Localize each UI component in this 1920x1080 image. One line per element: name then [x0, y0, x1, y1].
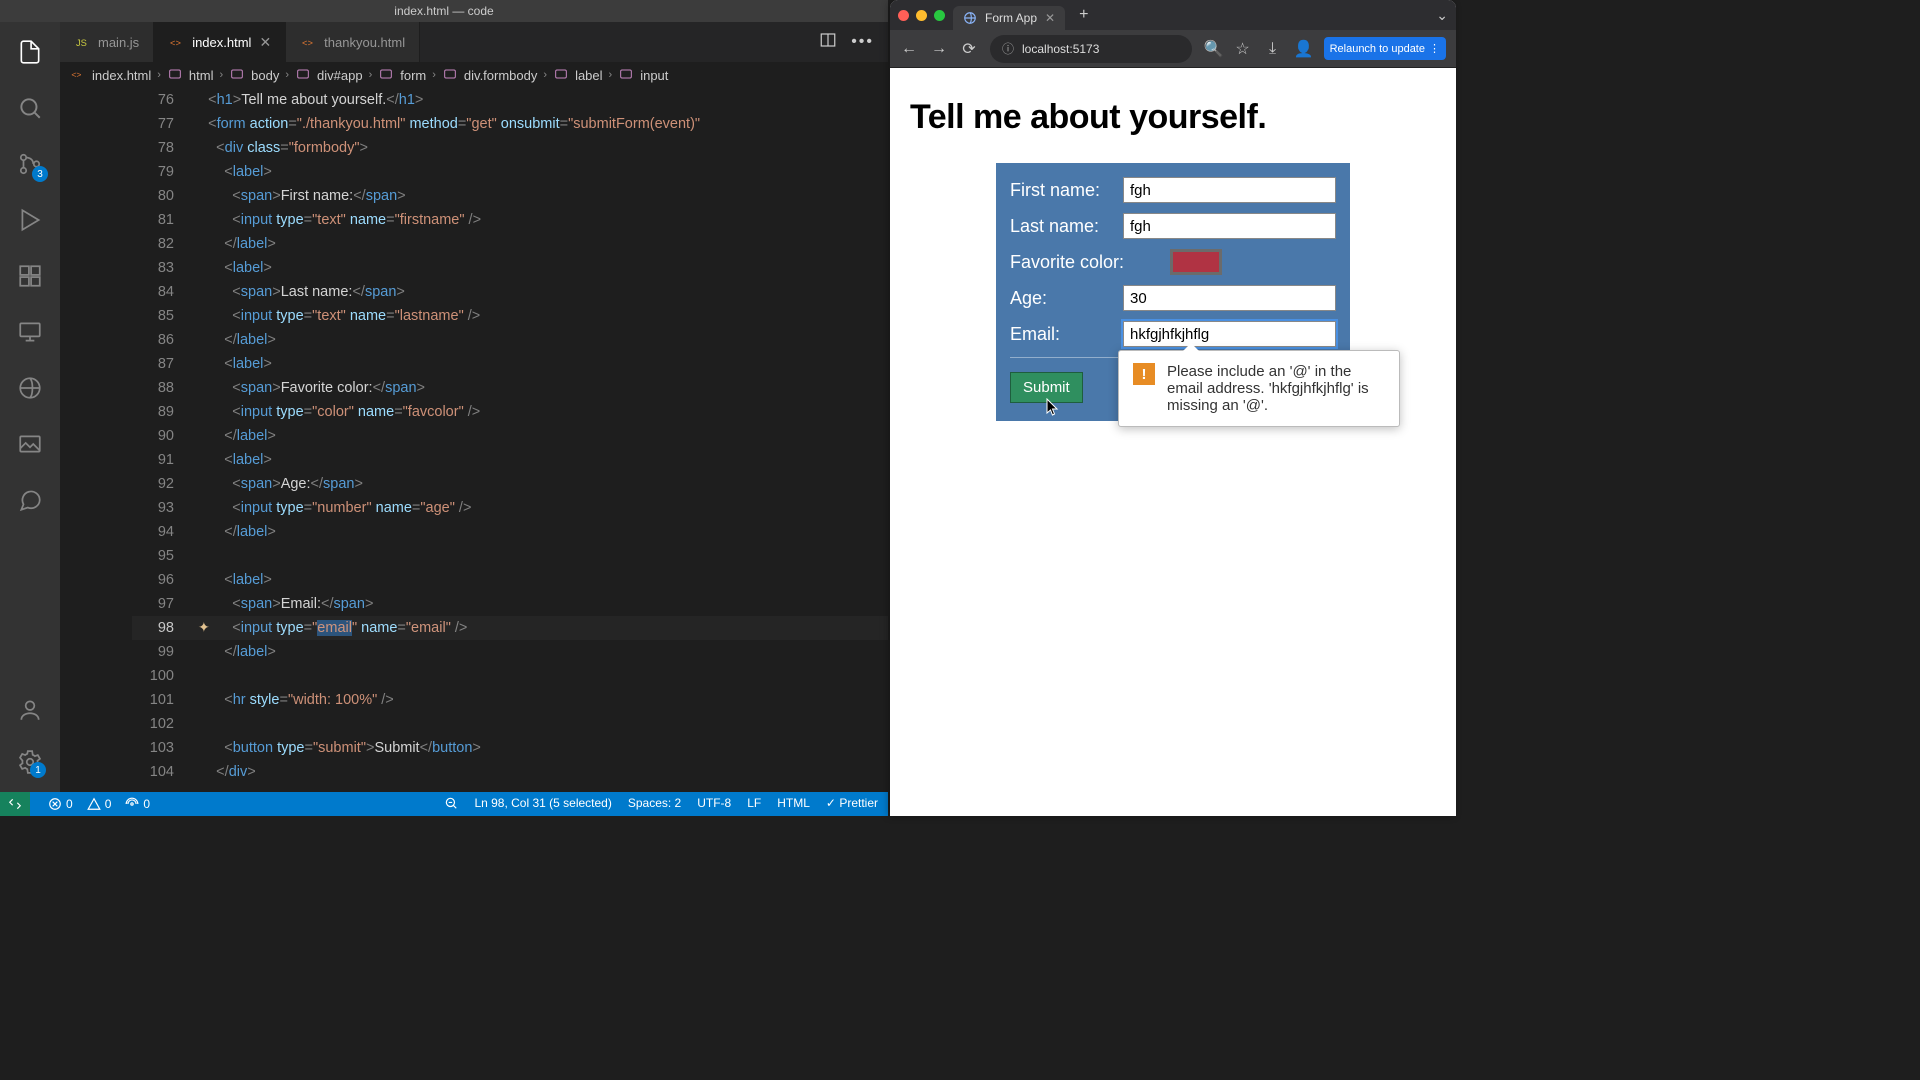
site-info-icon[interactable]: ⓘ	[1002, 40, 1014, 57]
breadcrumb-item[interactable]: div#app	[317, 68, 363, 83]
reload-button[interactable]: ⟳	[960, 39, 978, 59]
source-control-icon[interactable]: 3	[16, 150, 44, 178]
settings-badge: 1	[30, 762, 46, 778]
validation-tooltip: ! Please include an '@' in the email add…	[1118, 350, 1400, 427]
image-icon[interactable]	[16, 430, 44, 458]
status-errors[interactable]: 0	[48, 797, 73, 811]
page-content: Tell me about yourself. First name: Last…	[890, 68, 1456, 816]
symbol-icon	[442, 66, 458, 85]
symbol-icon	[378, 66, 394, 85]
url-bar[interactable]: ⓘ localhost:5173	[990, 35, 1192, 63]
status-eol[interactable]: LF	[747, 796, 761, 813]
status-zoom[interactable]	[444, 796, 458, 813]
profile-icon[interactable]: 👤	[1294, 39, 1312, 59]
sparkle-icon: ✦	[198, 619, 210, 636]
status-ports[interactable]: 0	[125, 797, 150, 811]
browser-tab[interactable]: Form App ✕	[953, 6, 1065, 30]
zoom-icon[interactable]: 🔍	[1204, 39, 1222, 59]
symbol-icon	[295, 66, 311, 85]
svg-text:JS: JS	[76, 38, 87, 48]
relaunch-button[interactable]: Relaunch to update ⋮	[1324, 37, 1446, 60]
svg-text:<>: <>	[170, 38, 181, 48]
run-debug-icon[interactable]	[16, 206, 44, 234]
status-bar: 0 0 0 Ln 98, Col 31 (5 selected) Spaces:…	[0, 792, 888, 816]
account-icon[interactable]	[16, 696, 44, 724]
file-icon: <>	[70, 66, 86, 85]
explorer-icon[interactable]	[16, 38, 44, 66]
vscode-window: index.html — code 3 1 JSmain.js<>index.h…	[0, 0, 888, 816]
tooltip-text: Please include an '@' in the email addre…	[1167, 363, 1385, 414]
bookmark-icon[interactable]: ☆	[1234, 39, 1252, 59]
label-lastname: Last name:	[1010, 216, 1123, 237]
label-email: Email:	[1010, 324, 1123, 345]
globe-icon	[963, 11, 977, 25]
gear-icon[interactable]: 1	[16, 748, 44, 776]
status-spaces[interactable]: Spaces: 2	[628, 796, 681, 813]
breadcrumb-item[interactable]: label	[575, 68, 602, 83]
label-age: Age:	[1010, 288, 1123, 309]
label-firstname: First name:	[1010, 180, 1123, 201]
editor-tab[interactable]: JSmain.js	[60, 22, 154, 62]
browser-toolbar: ← → ⟳ ⓘ localhost:5173 🔍 ☆ ⤓ 👤 Relaunch …	[890, 30, 1456, 68]
code-editor[interactable]: 7677787980818283848586878889909192939495…	[60, 88, 888, 792]
chat-icon[interactable]	[16, 486, 44, 514]
age-input[interactable]	[1123, 285, 1336, 311]
breadcrumb-item[interactable]: input	[640, 68, 668, 83]
edge-icon[interactable]	[16, 374, 44, 402]
status-formatter[interactable]: ✓ Prettier	[826, 796, 878, 813]
symbol-icon	[618, 66, 634, 85]
status-encoding[interactable]: UTF-8	[697, 796, 731, 813]
editor-tab[interactable]: <>index.html✕	[154, 22, 286, 62]
back-button[interactable]: ←	[900, 40, 918, 58]
favcolor-input[interactable]	[1170, 249, 1222, 275]
breadcrumb-item[interactable]: index.html	[92, 68, 151, 83]
symbol-icon	[553, 66, 569, 85]
editor-tab[interactable]: <>thankyou.html	[286, 22, 420, 62]
window-title: index.html — code	[394, 4, 493, 18]
remote-indicator[interactable]	[0, 792, 30, 816]
symbol-icon	[167, 66, 183, 85]
breadcrumb-item[interactable]: form	[400, 68, 426, 83]
browser-window: Form App ✕ + ⌄ ← → ⟳ ⓘ localhost:5173 🔍 …	[890, 0, 1456, 816]
breadcrumb-item[interactable]: body	[251, 68, 279, 83]
close-icon[interactable]: ✕	[259, 34, 271, 51]
install-icon[interactable]: ⤓	[1264, 40, 1282, 58]
browser-tab-bar: Form App ✕ + ⌄	[890, 0, 1456, 30]
breadcrumb-item[interactable]: div.formbody	[464, 68, 537, 83]
svg-text:<>: <>	[71, 69, 81, 79]
page-heading: Tell me about yourself.	[910, 98, 1436, 137]
browser-tab-title: Form App	[985, 11, 1037, 25]
split-editor-icon[interactable]	[819, 31, 837, 54]
extensions-icon[interactable]	[16, 262, 44, 290]
status-cursor[interactable]: Ln 98, Col 31 (5 selected)	[474, 796, 611, 813]
close-icon[interactable]: ✕	[1045, 11, 1055, 25]
search-icon[interactable]	[16, 94, 44, 122]
status-language[interactable]: HTML	[777, 796, 810, 813]
window-titlebar: index.html — code	[0, 0, 888, 22]
breadcrumb-item[interactable]: html	[189, 68, 214, 83]
breadcrumbs[interactable]: <>index.html›html›body›div#app›form›div.…	[60, 62, 888, 88]
editor-tabs: JSmain.js<>index.html✕<>thankyou.html ••…	[60, 22, 888, 62]
symbol-icon	[229, 66, 245, 85]
chevron-down-icon[interactable]: ⌄	[1436, 7, 1448, 24]
submit-button[interactable]: Submit	[1010, 372, 1083, 403]
scm-badge: 3	[32, 166, 48, 182]
label-color: Favorite color:	[1010, 252, 1170, 273]
new-tab-button[interactable]: +	[1073, 6, 1094, 24]
warning-icon: !	[1133, 363, 1155, 385]
lastname-input[interactable]	[1123, 213, 1336, 239]
firstname-input[interactable]	[1123, 177, 1336, 203]
remote-explorer-icon[interactable]	[16, 318, 44, 346]
traffic-lights[interactable]	[898, 10, 945, 21]
status-warnings[interactable]: 0	[87, 797, 112, 811]
activity-bar: 3 1	[0, 22, 60, 792]
url-text: localhost:5173	[1022, 42, 1099, 56]
svg-text:<>: <>	[302, 38, 313, 48]
more-actions-icon[interactable]: •••	[851, 33, 874, 51]
email-input[interactable]	[1123, 321, 1336, 347]
forward-button[interactable]: →	[930, 40, 948, 58]
